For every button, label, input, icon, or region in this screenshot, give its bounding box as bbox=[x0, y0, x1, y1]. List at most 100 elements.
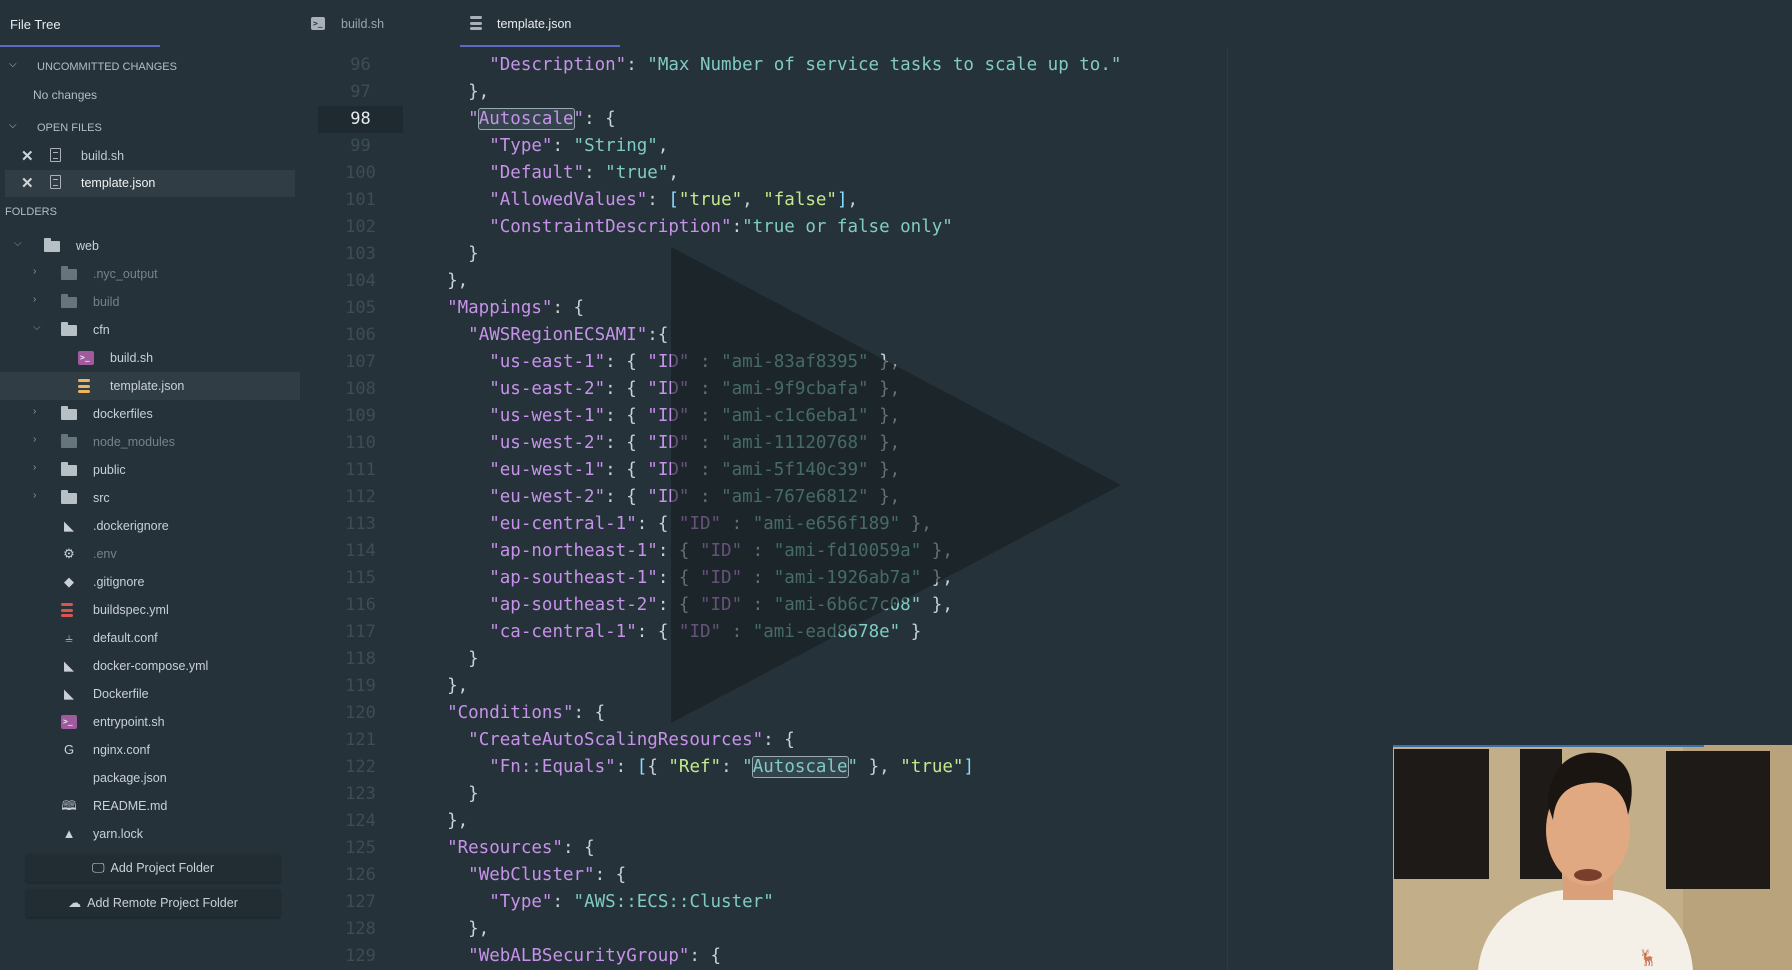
tab-template-json[interactable]: template.json bbox=[460, 0, 620, 48]
video-play-overlay[interactable] bbox=[671, 247, 1121, 723]
tree-item-cfn[interactable]: ⌵ cfn bbox=[0, 316, 300, 344]
line-number[interactable]: 125 bbox=[318, 835, 403, 862]
code-line[interactable]: 102 "ConstraintDescription":"true or fal… bbox=[318, 214, 1792, 241]
line-number[interactable]: 109 bbox=[318, 403, 403, 430]
tree-item-package-json[interactable]: package.json bbox=[0, 764, 300, 792]
open-files-header[interactable]: ⌵ OPEN FILES bbox=[0, 119, 300, 139]
code-line[interactable]: 99 "Type": "String", bbox=[318, 133, 1792, 160]
tree-item-gitignore[interactable]: ◆ .gitignore bbox=[0, 568, 300, 596]
code-line[interactable]: 101 "AllowedValues": ["true", "false"], bbox=[318, 187, 1792, 214]
code-text: "Resources": { bbox=[447, 838, 595, 858]
code-text: } bbox=[447, 649, 479, 669]
line-number[interactable]: 97 bbox=[318, 79, 403, 106]
tree-item-dockerfiles[interactable]: › dockerfiles bbox=[0, 400, 300, 428]
tree-item-build[interactable]: › build bbox=[0, 288, 300, 316]
line-number[interactable]: 121 bbox=[318, 727, 403, 754]
code-line[interactable]: 97 }, bbox=[318, 79, 1792, 106]
close-icon[interactable]: ✕ bbox=[21, 174, 34, 192]
line-number[interactable]: 115 bbox=[318, 565, 403, 592]
code-line[interactable]: 98 "Autoscale": { bbox=[318, 106, 1792, 133]
line-number[interactable]: 108 bbox=[318, 376, 403, 403]
open-file-template-json[interactable]: ✕ template.json bbox=[5, 170, 295, 197]
line-number[interactable]: 96 bbox=[318, 52, 403, 79]
line-number[interactable]: 126 bbox=[318, 862, 403, 889]
line-number[interactable]: 127 bbox=[318, 889, 403, 916]
line-number[interactable]: 101 bbox=[318, 187, 403, 214]
line-number[interactable]: 102 bbox=[318, 214, 403, 241]
tree-item-src[interactable]: › src bbox=[0, 484, 300, 512]
chevron-right-icon[interactable]: › bbox=[33, 462, 36, 473]
tree-item-readme-md[interactable]: 🕮 README.md bbox=[0, 792, 300, 820]
tree-item-nginx-conf[interactable]: Gnginx.conf bbox=[0, 736, 300, 764]
document-icon bbox=[50, 148, 61, 162]
close-icon[interactable]: ✕ bbox=[21, 147, 34, 165]
tree-item-nyc-output[interactable]: › .nyc_output bbox=[0, 260, 300, 288]
tree-item-buildspec-yml[interactable]: buildspec.yml bbox=[0, 596, 300, 624]
line-number[interactable]: 128 bbox=[318, 916, 403, 943]
line-number[interactable]: 112 bbox=[318, 484, 403, 511]
line-number[interactable]: 123 bbox=[318, 781, 403, 808]
line-number[interactable]: 104 bbox=[318, 268, 403, 295]
line-number[interactable]: 118 bbox=[318, 646, 403, 673]
line-number[interactable]: 120 bbox=[318, 700, 403, 727]
tree-item-name: Dockerfile bbox=[93, 687, 149, 701]
active-tab-indicator bbox=[460, 45, 620, 47]
line-number[interactable]: 100 bbox=[318, 160, 403, 187]
tree-item-name: src bbox=[93, 491, 110, 505]
chevron-right-icon[interactable]: › bbox=[33, 406, 36, 417]
tree-item-node-modules[interactable]: › node_modules bbox=[0, 428, 300, 456]
tree-item-docker-compose-yml[interactable]: ◣ docker-compose.yml bbox=[0, 652, 300, 680]
line-number[interactable]: 119 bbox=[318, 673, 403, 700]
tree-item-dockerfile[interactable]: ◣ Dockerfile bbox=[0, 680, 300, 708]
code-text: }, bbox=[447, 919, 490, 939]
tree-item-public[interactable]: › public bbox=[0, 456, 300, 484]
chevron-right-icon[interactable]: › bbox=[33, 434, 36, 445]
file-tree-title[interactable]: File Tree bbox=[10, 17, 61, 32]
line-number[interactable]: 124 bbox=[318, 808, 403, 835]
tree-item-yarn-lock[interactable]: ▲ yarn.lock bbox=[0, 820, 300, 848]
add-remote-project-folder-button[interactable]: ☁ Add Remote Project Folder bbox=[26, 889, 280, 917]
chevron-down-icon: ⌵ bbox=[9, 120, 17, 131]
line-number[interactable]: 107 bbox=[318, 349, 403, 376]
chevron-down-icon[interactable]: ⌵ bbox=[14, 238, 22, 249]
acoustic-panel bbox=[1666, 751, 1770, 889]
tree-item-template-json[interactable]: template.json bbox=[0, 372, 300, 400]
tree-item-name: .dockerignore bbox=[93, 519, 169, 533]
play-icon[interactable] bbox=[671, 247, 1121, 723]
tree-item-name: node_modules bbox=[93, 435, 176, 449]
line-number[interactable]: 116 bbox=[318, 592, 403, 619]
line-number[interactable]: 122 bbox=[318, 754, 403, 781]
line-number[interactable]: 105 bbox=[318, 295, 403, 322]
tree-item-env[interactable]: ⚙ .env bbox=[0, 540, 300, 568]
tree-item-web[interactable]: ⌵ web bbox=[0, 232, 300, 260]
line-number[interactable]: 98 bbox=[318, 106, 403, 133]
uncommitted-changes-header[interactable]: ⌵ UNCOMMITTED CHANGES bbox=[0, 58, 300, 78]
line-number[interactable]: 110 bbox=[318, 430, 403, 457]
tree-item-entrypoint-sh[interactable]: >_ entrypoint.sh bbox=[0, 708, 300, 736]
tree-item-build-sh[interactable]: >_ build.sh bbox=[0, 344, 300, 372]
chevron-right-icon[interactable]: › bbox=[33, 490, 36, 501]
line-number[interactable]: 99 bbox=[318, 133, 403, 160]
open-file-build-sh[interactable]: ✕ build.sh bbox=[5, 143, 295, 170]
line-number[interactable]: 114 bbox=[318, 538, 403, 565]
tab-build-sh[interactable]: >_ build.sh bbox=[308, 0, 448, 48]
add-project-folder-button[interactable]: 🖵 Add Project Folder bbox=[26, 854, 280, 882]
code-text: "Default": "true", bbox=[489, 163, 679, 183]
tree-item-default-conf[interactable]: ⫨ default.conf bbox=[0, 624, 300, 652]
video-progress-bar[interactable] bbox=[1393, 745, 1705, 747]
docker-whale-icon: ◣ bbox=[64, 658, 74, 673]
chevron-right-icon[interactable]: › bbox=[33, 266, 36, 277]
code-line[interactable]: 96 "Description": "Max Number of service… bbox=[318, 52, 1792, 79]
chevron-right-icon[interactable]: › bbox=[33, 294, 36, 305]
line-number[interactable]: 106 bbox=[318, 322, 403, 349]
tree-item-dockerignore[interactable]: ◣ .dockerignore bbox=[0, 512, 300, 540]
line-number[interactable]: 111 bbox=[318, 457, 403, 484]
tree-item-name: buildspec.yml bbox=[93, 603, 169, 617]
line-number[interactable]: 117 bbox=[318, 619, 403, 646]
line-number[interactable]: 129 bbox=[318, 943, 403, 970]
line-number[interactable]: 103 bbox=[318, 241, 403, 268]
book-icon: 🕮 bbox=[61, 798, 77, 813]
code-line[interactable]: 100 "Default": "true", bbox=[318, 160, 1792, 187]
line-number[interactable]: 113 bbox=[318, 511, 403, 538]
chevron-down-icon[interactable]: ⌵ bbox=[33, 322, 41, 333]
